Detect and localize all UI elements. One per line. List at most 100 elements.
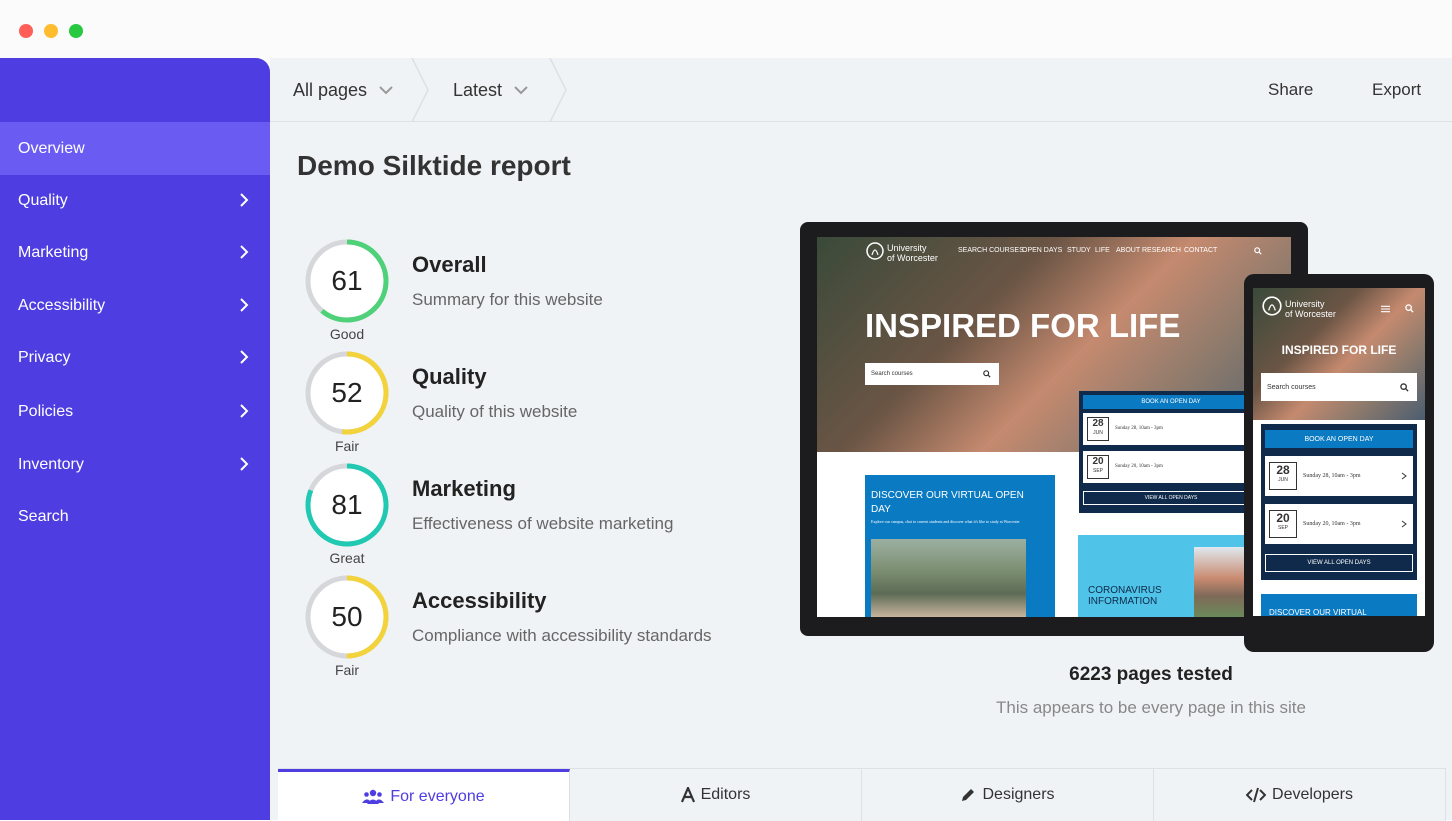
search-icon xyxy=(1254,247,1262,255)
score-description: Summary for this website xyxy=(412,290,603,309)
sidebar-item-marketing[interactable]: Marketing xyxy=(0,226,270,279)
site-nav-item: LIFE xyxy=(1095,247,1110,254)
sidebar-item-policies[interactable]: Policies xyxy=(0,385,270,438)
score-title: Accessibility xyxy=(412,588,547,613)
chevron-right-icon xyxy=(240,298,249,312)
menu-icon xyxy=(1381,305,1390,313)
sidebar-item-accessibility[interactable]: Accessibility xyxy=(0,279,270,332)
score-description: Compliance with accessibility standards xyxy=(412,626,712,645)
tab-developers[interactable]: Developers xyxy=(1154,769,1446,821)
sidebar: Overview Quality Marketing Accessibility… xyxy=(0,58,270,820)
tab-editors[interactable]: Editors xyxy=(570,769,862,821)
pages-tested-count: 6223 pages tested xyxy=(1069,664,1233,685)
search-icon xyxy=(983,370,991,378)
hero-title: INSPIRED FOR LIFE xyxy=(865,307,1181,344)
site-nav-item: SEARCH COURSES xyxy=(958,247,1024,254)
open-day-row: 20 SEP Sunday 20, 10am - 3pm xyxy=(1083,451,1259,483)
sidebar-item-inventory[interactable]: Inventory xyxy=(0,438,270,491)
score-overall[interactable]: 61 Good Overall Summary for this website xyxy=(304,238,764,348)
phone-screenshot: University of Worcester INSPIRED FOR LIF… xyxy=(1253,288,1425,616)
close-window-button[interactable] xyxy=(19,24,33,38)
sidebar-item-label: Inventory xyxy=(18,455,84,473)
site-nav-item: STUDY xyxy=(1067,247,1091,254)
tab-designers[interactable]: Designers xyxy=(862,769,1154,821)
tablet-frame: University of Worcester SEARCH COURSES O… xyxy=(800,222,1308,636)
chevron-right-icon xyxy=(240,457,249,471)
sidebar-item-privacy[interactable]: Privacy xyxy=(0,331,270,384)
search-icon xyxy=(1405,304,1414,313)
chevron-down-icon xyxy=(379,86,393,95)
open-day-panel: BOOK AN OPEN DAY 28 JUN Sunday 28, 10am -… xyxy=(1261,424,1417,580)
score-rating: Fair xyxy=(334,662,360,678)
course-search-field: Search courses xyxy=(865,363,999,385)
app-window: Overview Quality Marketing Accessibility… xyxy=(0,0,1452,821)
score-description: Quality of this website xyxy=(412,402,578,421)
sidebar-item-quality[interactable]: Quality xyxy=(0,174,270,227)
pencil-icon xyxy=(962,789,975,801)
search-icon xyxy=(1400,383,1409,392)
score-accessibility[interactable]: 50 Fair Accessibility Compliance with ac… xyxy=(304,574,764,684)
pages-filter-dropdown[interactable]: All pages xyxy=(293,58,395,122)
sidebar-item-label: Marketing xyxy=(18,243,89,261)
tab-label: Editors xyxy=(700,786,751,803)
hero-title: INSPIRED FOR LIFE xyxy=(1281,343,1397,357)
audience-tabs: For everyone Editors Designers Developer… xyxy=(278,768,1446,821)
export-button[interactable]: Export xyxy=(1372,58,1421,122)
university-logo-icon xyxy=(1262,296,1282,316)
chevron-right-icon xyxy=(240,245,249,259)
score-title: Quality xyxy=(412,364,487,389)
site-preview: University of Worcester SEARCH COURSES O… xyxy=(800,222,1436,654)
font-icon xyxy=(680,787,695,803)
version-filter-label: Latest xyxy=(453,79,503,100)
chevron-right-icon xyxy=(240,193,249,207)
score-value: 61 xyxy=(331,265,363,296)
tab-label: For everyone xyxy=(390,787,485,805)
sidebar-item-label: Privacy xyxy=(18,348,71,366)
virtual-open-day-card: DISCOVER OUR VIRTUAL xyxy=(1261,594,1417,616)
users-icon xyxy=(362,789,385,804)
version-filter-dropdown[interactable]: Latest xyxy=(453,58,530,122)
sidebar-item-overview[interactable]: Overview xyxy=(0,122,270,175)
sidebar-item-label: Search xyxy=(18,507,69,525)
chevron-right-icon xyxy=(240,350,249,364)
score-marketing[interactable]: 81 Great Marketing Effectiveness of webs… xyxy=(304,462,764,572)
university-logo-icon xyxy=(866,242,884,260)
open-day-row: 20 SEP Sunday 20, 10am - 3pm xyxy=(1265,504,1413,544)
site-logo-text: University of Worcester xyxy=(887,243,938,263)
score-quality[interactable]: 52 Fair Quality Quality of this website xyxy=(304,350,764,460)
pages-tested-note: This appears to be every page in this si… xyxy=(996,698,1306,717)
chevron-right-icon xyxy=(1401,472,1407,480)
pages-filter-label: All pages xyxy=(293,79,368,100)
maximize-window-button[interactable] xyxy=(69,24,83,38)
tab-label: Designers xyxy=(982,786,1055,803)
score-value: 52 xyxy=(331,377,363,408)
share-button[interactable]: Share xyxy=(1268,58,1313,122)
score-rating: Great xyxy=(329,550,365,566)
chevron-right-icon xyxy=(1401,520,1407,528)
open-day-row: 28 JUN Sunday 28, 10am - 3pm xyxy=(1265,456,1413,496)
main-content: All pages Latest Share Export Demo Silkt… xyxy=(270,58,1452,821)
minimize-window-button[interactable] xyxy=(44,24,58,38)
sidebar-item-search[interactable]: Search xyxy=(0,490,270,543)
share-label: Share xyxy=(1268,80,1314,99)
open-day-row: 28 JUN Sunday 28, 10am - 3pm xyxy=(1083,413,1259,445)
score-title: Marketing xyxy=(412,476,516,501)
site-logo-text: University of Worcester xyxy=(1285,299,1336,319)
title-bar xyxy=(0,0,1452,58)
course-search-field: Search courses xyxy=(1261,373,1417,401)
tablet-screenshot: University of Worcester SEARCH COURSES O… xyxy=(817,237,1291,617)
score-value: 50 xyxy=(331,601,363,632)
sidebar-item-label: Quality xyxy=(18,191,68,209)
chevron-down-icon xyxy=(514,86,528,95)
toolbar: All pages Latest Share Export xyxy=(270,58,1452,122)
tab-label: Developers xyxy=(1272,786,1353,803)
site-nav-item: CONTACT xyxy=(1184,247,1218,254)
virtual-open-day-card: DISCOVER OUR VIRTUAL OPEN DAY Explore ou… xyxy=(865,475,1055,617)
score-rating: Good xyxy=(329,326,365,342)
score-rating: Fair xyxy=(334,438,360,454)
tab-for-everyone[interactable]: For everyone xyxy=(278,769,570,821)
sidebar-item-label: Accessibility xyxy=(18,296,106,314)
sidebar-item-label: Policies xyxy=(18,402,74,420)
score-value: 81 xyxy=(331,489,363,520)
score-title: Overall xyxy=(412,252,487,277)
